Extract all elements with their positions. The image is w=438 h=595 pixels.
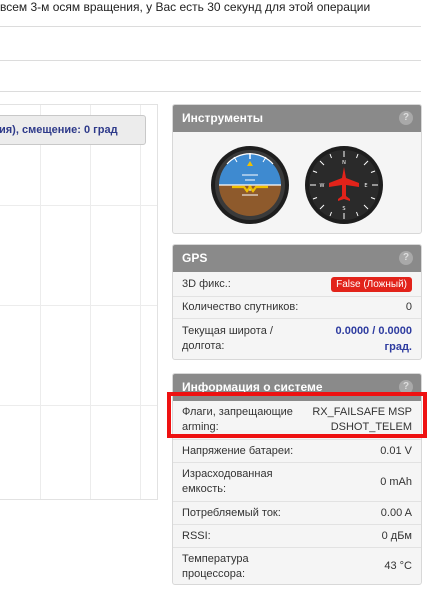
divider	[0, 91, 421, 92]
row-label: Флаги, запрещающие arming:	[182, 406, 293, 433]
instruments-box: Инструменты ? N S W E	[172, 104, 422, 234]
gps-title: GPS	[182, 251, 208, 265]
row-label: Температура процессора:	[182, 552, 249, 580]
status-badge: False (Ложный)	[331, 276, 412, 292]
heading-indicator-icon: N S W E	[305, 146, 383, 224]
svg-text:W: W	[320, 183, 325, 189]
row-value: 0 mAh	[380, 475, 412, 488]
heading-offset-button[interactable]: ия), смещение: 0 град	[0, 115, 146, 145]
instruments-header: Инструменты ?	[173, 105, 421, 132]
row-value: 0.01 V	[380, 444, 412, 457]
arming-flags-row: Флаги, запрещающие arming: RX_FAILSAFE M…	[173, 401, 421, 440]
row-value: RX_FAILSAFE MSP DSHOT_TELEM	[312, 406, 412, 433]
row-label: Напряжение батареи:	[182, 444, 294, 457]
grid-line	[140, 105, 141, 499]
help-icon[interactable]: ?	[399, 380, 413, 394]
instruments-title: Инструменты	[182, 111, 264, 125]
row-value: 0 дБм	[381, 529, 412, 542]
system-info-box: Информация о системе ? Флаги, запрещающи…	[172, 373, 422, 585]
grid-line	[0, 305, 157, 306]
gps-fix-label: 3D фикс.:	[182, 277, 231, 290]
gps-sats-label: Количество спутников:	[182, 301, 299, 313]
row-label: RSSI:	[182, 529, 211, 542]
gps-latlon-value: 0.0000 / 0.0000 град.	[335, 325, 412, 353]
gps-box: GPS ? 3D фикс.: False (Ложный) Количеств…	[172, 244, 422, 360]
battery-voltage-row: Напряжение батареи: 0.01 V	[173, 440, 421, 463]
grid-line	[40, 105, 41, 499]
grid-line	[90, 105, 91, 499]
gps-fix-row: 3D фикс.: False (Ложный)	[173, 272, 421, 297]
model-view-panel: ия), смещение: 0 град	[0, 104, 158, 500]
rssi-row: RSSI: 0 дБм	[173, 525, 421, 548]
row-label: Потребляемый ток:	[182, 506, 281, 519]
gps-header: GPS ?	[173, 245, 421, 272]
svg-text:S: S	[342, 206, 345, 212]
row-value: 43 °C	[384, 560, 412, 572]
grid-line	[0, 205, 157, 206]
system-info-header: Информация о системе ?	[173, 374, 421, 401]
capacity-row: Израсходованная емкость: 0 mAh	[173, 463, 421, 502]
grid-line	[0, 405, 157, 406]
help-icon[interactable]: ?	[399, 251, 413, 265]
svg-text:N: N	[342, 160, 346, 166]
svg-text:E: E	[364, 183, 367, 189]
row-label: Израсходованная емкость:	[182, 468, 273, 495]
current-row: Потребляемый ток: 0.00 A	[173, 502, 421, 525]
attitude-indicator-icon	[211, 146, 289, 224]
cpu-temp-row: Температура процессора: 43 °C	[173, 548, 421, 584]
notice-text: всем 3-м осям вращения, у Вас есть 30 се…	[0, 0, 371, 14]
gps-latlon-label: Текущая широта / долгота:	[182, 325, 273, 352]
gps-sats-row: Количество спутников: 0	[173, 297, 421, 319]
gps-sats-value: 0	[405, 301, 412, 313]
gps-latlon-row: Текущая широта / долгота: 0.0000 / 0.000…	[173, 319, 421, 359]
system-info-title: Информация о системе	[182, 380, 323, 394]
divider	[0, 26, 421, 27]
help-icon[interactable]: ?	[399, 111, 413, 125]
row-value: 0.00 A	[380, 506, 412, 519]
divider	[0, 60, 421, 61]
